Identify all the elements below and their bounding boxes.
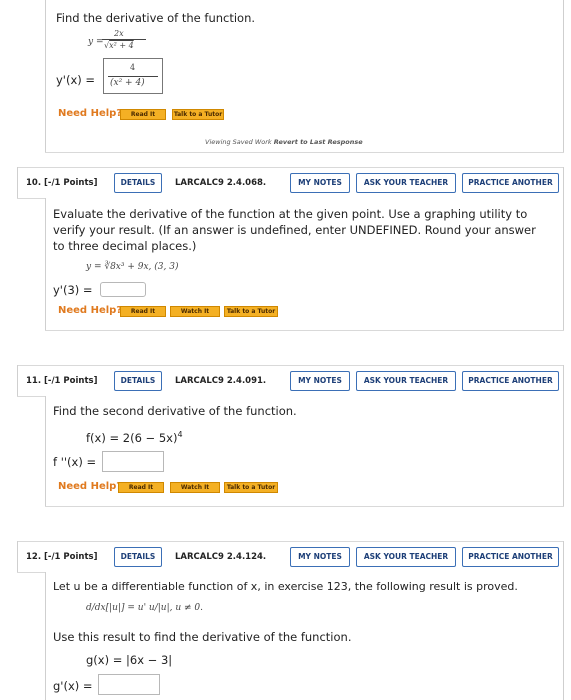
q9-left-border (45, 0, 46, 152)
q10-need-help: Need Help? (58, 305, 123, 316)
q10-function: y = ∛8x³ + 9x, (3, 3) (86, 262, 179, 272)
q11-practice-another-button[interactable]: PRACTICE ANOTHER (462, 371, 559, 391)
q11-details-button[interactable]: DETAILS (114, 371, 162, 391)
q10-header-left (17, 167, 18, 199)
q12-prompt-2: Use this result to find the derivative o… (53, 630, 352, 644)
q12-points-value: [-/1 Points] (44, 552, 98, 562)
q12-answer-input[interactable] (98, 674, 160, 695)
q10-read-it-button[interactable]: Read It (120, 306, 166, 317)
q11-function: f(x) = 2(6 − 5x)4 (86, 430, 183, 445)
q10-number: 10. (26, 178, 42, 188)
q12-left-border (45, 572, 46, 700)
q9-answer-numerator: 4 (130, 63, 136, 72)
q12-ask-teacher-button[interactable]: ASK YOUR TEACHER (356, 547, 456, 567)
q10-ask-teacher-button[interactable]: ASK YOUR TEACHER (356, 173, 456, 193)
q12-my-notes-button[interactable]: MY NOTES (290, 547, 350, 567)
q11-left-border (45, 396, 46, 506)
q10-my-notes-button[interactable]: MY NOTES (290, 173, 350, 193)
q11-watch-it-button[interactable]: Watch It (170, 482, 220, 493)
q9-saved-text: Viewing Saved Work (205, 138, 272, 146)
q12-header-left (17, 541, 18, 573)
q11-right-border (563, 365, 564, 506)
q10-header-under (17, 198, 45, 199)
q10-talk-tutor-button[interactable]: Talk to a Tutor (224, 306, 278, 317)
q11-need-help: Need Help? (58, 481, 123, 492)
q10-watch-it-button[interactable]: Watch It (170, 306, 220, 317)
q10-prompt-line-2: verify your result. (If an answer is und… (53, 223, 536, 237)
q10-prompt-line-3: to three decimal places.) (53, 239, 197, 253)
q11-header-left (17, 365, 18, 397)
q9-function-denominator: √x² + 4 (104, 41, 134, 50)
q9-bottom-border (45, 152, 564, 153)
q9-saved-work: Viewing Saved Work Revert to Last Respon… (205, 138, 363, 146)
q10-answer-input[interactable] (100, 282, 146, 297)
q9-need-help: Need Help? (58, 108, 123, 119)
q12-number: 12. (26, 552, 42, 562)
q10-points-value: [-/1 Points] (44, 178, 98, 188)
q12-details-button[interactable]: DETAILS (114, 547, 162, 567)
q10-points: 10. [-/1 Points] (26, 178, 97, 188)
q12-answer-label: g'(x) = (53, 679, 93, 693)
q9-talk-tutor-button[interactable]: Talk to a Tutor (172, 109, 224, 120)
q10-right-border (563, 167, 564, 330)
q9-read-it-button[interactable]: Read It (120, 109, 166, 120)
q9-function-fraction-bar (102, 39, 146, 40)
q12-right-border (563, 541, 564, 700)
q12-header-under (17, 572, 45, 573)
q12-points: 12. [-/1 Points] (26, 552, 97, 562)
q11-ask-teacher-button[interactable]: ASK YOUR TEACHER (356, 371, 456, 391)
q11-prompt: Find the second derivative of the functi… (53, 404, 297, 418)
q9-answer-denominator: (x² + 4) (110, 78, 145, 88)
q12-result: d/dx[|u|] = u' u/|u|, u ≠ 0. (86, 603, 203, 613)
q9-answer-label: y'(x) = (56, 73, 96, 87)
q10-prompt-line-1: Evaluate the derivative of the function … (53, 207, 528, 221)
q11-bottom-border (45, 506, 564, 507)
q9-prompt: Find the derivative of the function. (56, 11, 256, 25)
q11-answer-label: f ''(x) = (53, 455, 97, 469)
q9-answer-fraction-bar (108, 76, 158, 77)
q11-function-text: f(x) = 2(6 − 5x) (86, 430, 178, 445)
q11-top-border (17, 365, 564, 366)
q12-top-border (17, 541, 564, 542)
q11-my-notes-button[interactable]: MY NOTES (290, 371, 350, 391)
q12-practice-another-button[interactable]: PRACTICE ANOTHER (462, 547, 559, 567)
q9-function-den-text: x² + 4 (109, 41, 134, 50)
q12-function: g(x) = |6x − 3| (86, 653, 173, 667)
q11-points: 11. [-/1 Points] (26, 376, 97, 386)
q11-code: LARCALC9 2.4.091. (175, 376, 267, 386)
q10-prompt: Evaluate the derivative of the function … (53, 206, 558, 254)
q10-practice-another-button[interactable]: PRACTICE ANOTHER (462, 173, 559, 193)
q12-prompt: Let u be a differentiable function of x,… (53, 580, 518, 593)
q10-left-border (45, 198, 46, 330)
q10-details-button[interactable]: DETAILS (114, 173, 162, 193)
q11-answer-input[interactable] (102, 451, 164, 472)
q10-bottom-border (45, 330, 564, 331)
q11-talk-tutor-button[interactable]: Talk to a Tutor (224, 482, 278, 493)
q11-read-it-button[interactable]: Read It (118, 482, 164, 493)
q11-header-under (17, 396, 45, 397)
q12-code: LARCALC9 2.4.124. (175, 552, 267, 562)
q10-code: LARCALC9 2.4.068. (175, 178, 267, 188)
q11-number: 11. (26, 376, 42, 386)
q9-revert-link[interactable]: Revert to Last Response (274, 138, 363, 146)
q11-function-exponent: 4 (177, 430, 183, 439)
q9-right-border (563, 0, 564, 152)
q10-top-border (17, 167, 564, 168)
q10-answer-label: y'(3) = (53, 283, 93, 297)
q9-answer-box[interactable]: 4 (x² + 4) (103, 58, 163, 94)
q9-function-numerator: 2x (114, 29, 124, 38)
q11-points-value: [-/1 Points] (44, 376, 98, 386)
